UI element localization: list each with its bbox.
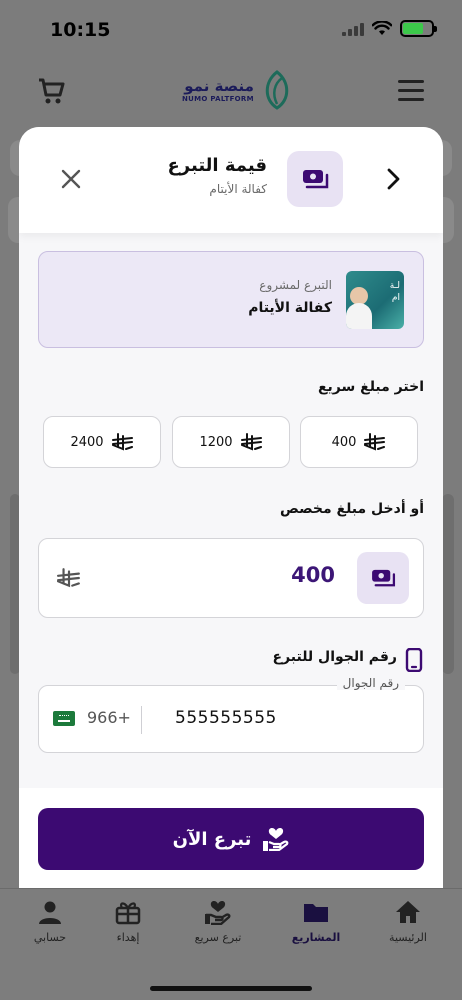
donate-button-label: تبرع الآن [172,828,252,850]
nav-item-gift[interactable]: إهداء [88,899,168,944]
nav-item-home[interactable]: الرئيسية [368,899,448,944]
riyal-icon [240,433,262,451]
quick-amount-title: اختر مبلغ سريع [317,379,424,395]
app-header: منصة نمو NUMO PALTFORM [0,62,462,124]
donate-now-button[interactable]: تبرع الآن [38,808,424,870]
project-texts: التبرع لمشروع كفالة الأيتام [248,278,332,316]
person-icon [39,901,61,924]
hand-heart-icon [263,828,289,851]
cash-icon [372,569,396,587]
folder-icon [304,904,328,922]
battery-icon [400,20,437,37]
cellular-signal-icon [342,22,364,36]
project-label: التبرع لمشروع [259,278,332,292]
nav-label: تبرع سريع [194,931,242,944]
modal-title: قيمة التبرع [167,155,267,176]
riyal-icon [364,433,386,451]
nav-label: المشاريع [291,931,341,944]
cash-icon [303,170,329,189]
logo-arabic: منصة نمو [184,77,254,95]
gift-icon [115,902,141,925]
close-icon[interactable] [57,165,85,193]
project-thumbnail-text: لـة ام [389,281,400,303]
saudi-flag-icon[interactable] [53,711,75,726]
wifi-icon [372,21,392,35]
nav-item-quick-donate[interactable]: تبرع سريع [178,899,258,944]
status-time: 10:15 [50,19,111,41]
home-icon [396,901,420,923]
smartphone-icon [405,648,423,672]
quick-amount-button[interactable]: 2400 [43,416,161,468]
background-project-card [442,494,454,674]
modal-footer: تبرع الآن [19,788,443,888]
status-bar: 10:15 [0,0,462,62]
leaf-logo-icon [265,70,289,110]
country-code[interactable]: 966+ [87,708,131,727]
bottom-navigation: حسابي إهداء تبرع سريع المشاريع الرئيسية [0,888,462,1000]
project-name: كفالة الأيتام [248,300,332,316]
nav-label: حسابي [33,931,67,944]
cash-badge [287,151,343,207]
field-divider [141,706,142,734]
hamburger-menu-icon[interactable] [398,80,424,102]
home-indicator [150,986,312,991]
nav-item-projects[interactable]: المشاريع [276,899,356,944]
project-info-card: لـة ام التبرع لمشروع كفالة الأيتام [38,251,424,348]
app-logo: منصة نمو NUMO PALTFORM [182,70,294,110]
riyal-icon [111,433,133,451]
status-icons [342,20,437,37]
quick-amount-value: 400 [331,434,357,450]
custom-amount-value: 400 [291,563,335,587]
custom-amount-input[interactable]: 400 [38,538,424,618]
chevron-right-icon[interactable] [379,165,407,193]
phone-section-title: رقم الجوال للتبرع [272,649,398,665]
modal-subtitle: كفالة الأيتام [209,182,267,196]
riyal-icon [57,568,80,588]
hand-heart-icon [205,901,231,925]
project-thumbnail: لـة ام [346,271,404,329]
phone-field-legend: رقم الجوال [336,676,405,690]
phone-number-field[interactable]: رقم الجوال 555555555 966+ [38,676,424,753]
cash-badge [357,552,409,604]
modal-titles: قيمة التبرع كفالة الأيتام [167,155,267,196]
logo-english: NUMO PALTFORM [182,95,254,103]
donation-amount-modal: قيمة التبرع كفالة الأيتام لـة ام التبرع … [19,127,443,888]
quick-amount-value: 2400 [70,434,104,450]
quick-amount-button[interactable]: 400 [300,416,418,468]
nav-item-account[interactable]: حسابي [10,899,90,944]
phone-number-value: 555555555 [175,708,277,728]
quick-amount-value: 1200 [199,434,233,450]
nav-label: الرئيسية [389,931,427,944]
custom-amount-title: أو أدخل مبلغ مخصص [279,501,424,517]
cart-icon[interactable] [36,76,66,106]
nav-label: إهداء [116,931,140,944]
modal-header: قيمة التبرع كفالة الأيتام [19,127,443,233]
quick-amount-button[interactable]: 1200 [172,416,290,468]
